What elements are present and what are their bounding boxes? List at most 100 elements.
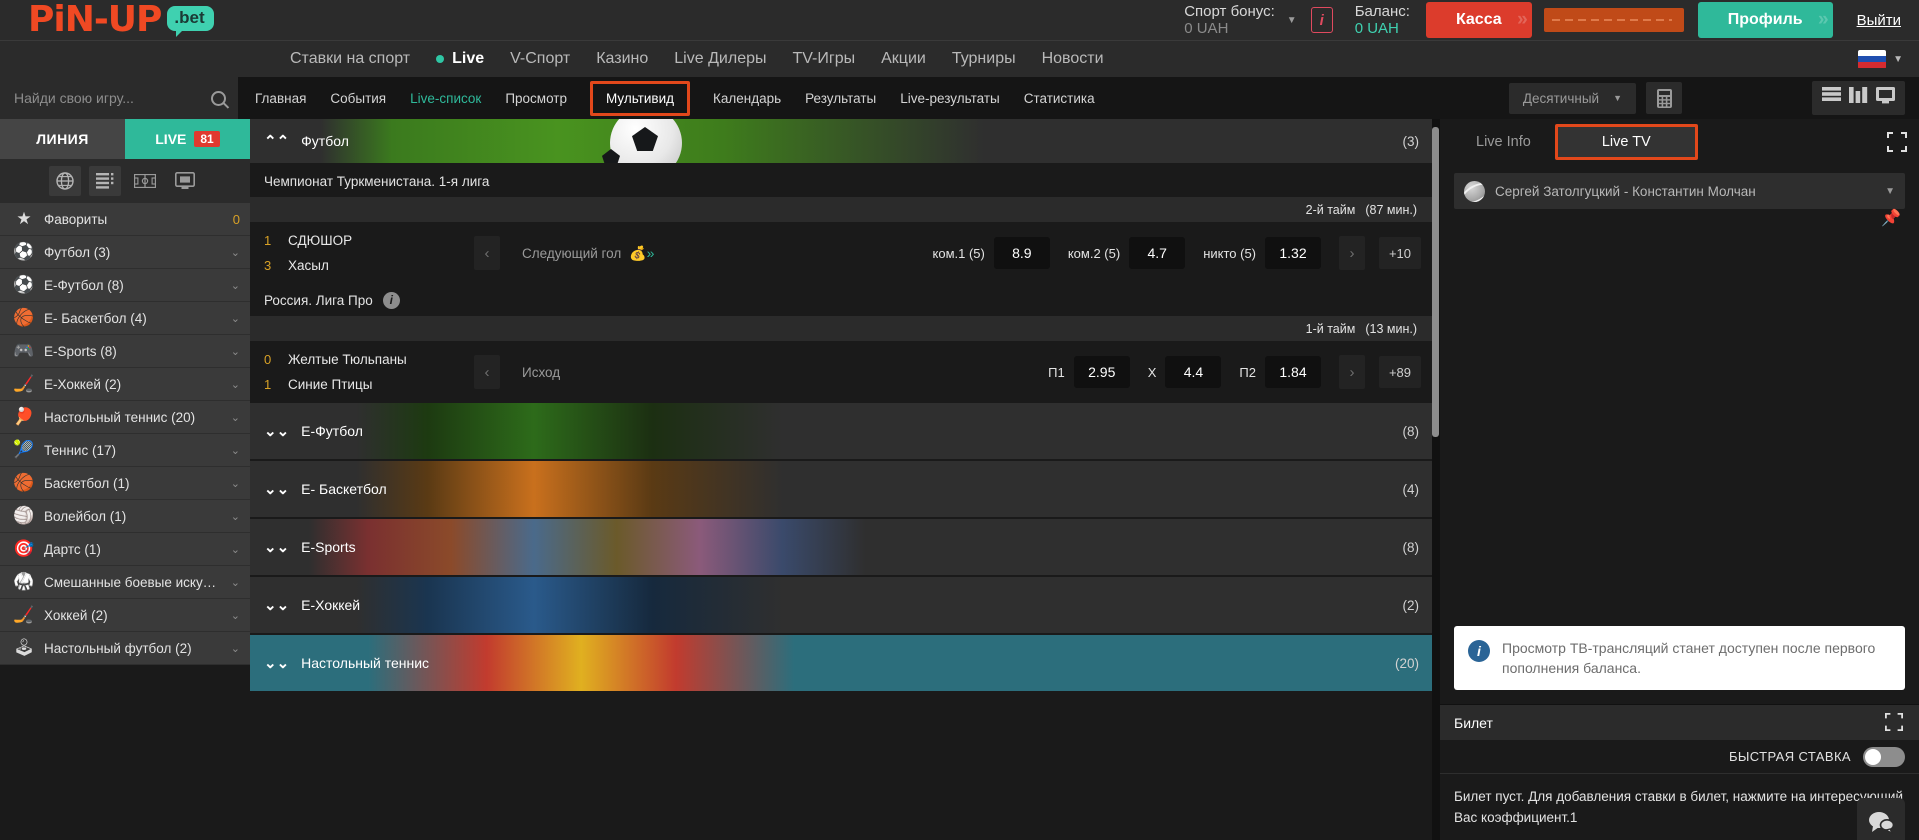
odd-group[interactable]: П1 2.95 [1048, 356, 1130, 388]
globe-icon[interactable] [49, 166, 81, 196]
tab-live-tv[interactable]: Live TV [1554, 124, 1698, 160]
sidebar-item-label: Настольный футбол (2) [44, 640, 192, 656]
nav-item-sports[interactable]: Ставки на спорт [290, 50, 410, 68]
nav-item-vsport[interactable]: V-Спорт [510, 50, 570, 68]
odd-value[interactable]: 4.4 [1165, 356, 1222, 388]
odd-value[interactable]: 4.7 [1129, 237, 1186, 269]
sidebar-item-volleyball[interactable]: 🏐 Волейбол (1) ⌄ [0, 500, 250, 533]
nav-item-news[interactable]: Новости [1042, 50, 1104, 68]
subnav-item-home[interactable]: Главная [252, 89, 309, 108]
sidebar-item-tennis[interactable]: 🎾 Теннис (17) ⌄ [0, 434, 250, 467]
subnav-item-events[interactable]: События [327, 89, 389, 108]
more-markets-button[interactable]: +89 [1379, 356, 1421, 388]
subnav-item-live-list[interactable]: Live-список [407, 89, 484, 108]
subnav-item-statistics[interactable]: Статистика [1021, 89, 1098, 108]
section-header-ebasketball[interactable]: ⌄⌄ Е- Баскетбол (4) [250, 461, 1433, 517]
sidebar-item-ehockey[interactable]: 🏒 Е-Хоккей (2) ⌄ [0, 368, 250, 401]
market-next-button[interactable]: › [1339, 355, 1365, 389]
nav-item-live[interactable]: Live [436, 50, 484, 68]
tab-live[interactable]: LIVE 81 [125, 119, 250, 159]
chat-icon[interactable] [1857, 798, 1905, 840]
info-icon[interactable]: i [1310, 7, 1333, 33]
sidebar-item-tabletennis[interactable]: 🏓 Настольный теннис (20) ⌄ [0, 401, 250, 434]
market-prev-button[interactable]: ‹ [474, 236, 500, 270]
sidebar-item-darts[interactable]: 🎯 Дартс (1) ⌄ [0, 533, 250, 566]
market-prev-button[interactable]: ‹ [474, 355, 500, 389]
calculator-icon[interactable] [1646, 82, 1682, 114]
section-header-tabletennis[interactable]: ⌄⌄ Настольный теннис (20) [250, 635, 1433, 691]
section-title: Е- Баскетбол [301, 481, 387, 497]
odd-value[interactable]: 2.95 [1073, 356, 1130, 388]
chevron-down-icon[interactable]: ▼ [1885, 186, 1895, 197]
section-header-esports[interactable]: ⌄⌄ E-Sports (8) [250, 519, 1433, 575]
odd-group[interactable]: П2 1.84 [1239, 356, 1321, 388]
period-label: 1-й тайм [1305, 321, 1356, 336]
odds-format-dropdown[interactable]: Десятичный ▼ [1508, 82, 1636, 114]
language-selector[interactable]: ▼ [1858, 49, 1903, 69]
chevron-down-icon: ⌄ [230, 642, 240, 655]
tab-line[interactable]: ЛИНИЯ [0, 119, 125, 159]
market-next-button[interactable]: › [1339, 236, 1365, 270]
nav-item-promos[interactable]: Акции [881, 50, 926, 68]
logout-link[interactable]: Выйти [1857, 12, 1901, 29]
fullscreen-icon[interactable] [1887, 132, 1907, 152]
nav-item-tv-games[interactable]: TV-Игры [792, 50, 855, 68]
odd-group[interactable]: никто (5) 1.32 [1203, 237, 1321, 269]
section-header-esoccer[interactable]: ⌄⌄ Е-Футбол (8) [250, 403, 1433, 459]
darts-icon: 🎯 [13, 539, 35, 558]
sidebar-item-ebasketball[interactable]: 🏀 Е- Баскетбол (4) ⌄ [0, 302, 250, 335]
site-logo[interactable]: PiN-UP .bet [0, 0, 214, 40]
subnav-item-view[interactable]: Просмотр [502, 89, 570, 108]
fast-bet-toggle[interactable] [1863, 746, 1905, 767]
nav-item-casino[interactable]: Казино [596, 50, 648, 68]
section-count: (4) [1402, 481, 1420, 497]
odd-value[interactable]: 1.32 [1265, 237, 1321, 269]
feed-scrollbar[interactable] [1432, 119, 1439, 840]
sidebar-item-football[interactable]: ⚽ Футбол (3) ⌄ [0, 236, 250, 269]
nav-item-tournaments[interactable]: Турниры [952, 50, 1016, 68]
chevron-down-icon[interactable]: ▼ [1287, 15, 1297, 26]
field-icon[interactable] [129, 166, 161, 196]
sidebar-item-favorites[interactable]: ★ Фавориты 0 [0, 203, 250, 236]
sidebar-item-mma[interactable]: 🥋 Смешанные боевые искус… ⌄ [0, 566, 250, 599]
subnav-item-calendar[interactable]: Календарь [710, 89, 784, 108]
sidebar-item-esports[interactable]: 🎮 E-Sports (8) ⌄ [0, 335, 250, 368]
profile-button[interactable]: Профиль » [1697, 2, 1833, 38]
info-icon[interactable]: i [382, 291, 400, 309]
odd-group[interactable]: X 4.4 [1148, 356, 1222, 388]
subnav-item-results[interactable]: Результаты [802, 89, 879, 108]
match-row[interactable]: 1 СДЮШОР 3 Хасыл ‹ Следующий гол 💰» ком.… [250, 222, 1433, 284]
sidebar-item-hockey[interactable]: 🏒 Хоккей (2) ⌄ [0, 599, 250, 632]
pin-icon[interactable]: 📌 [1881, 208, 1901, 228]
fullscreen-icon[interactable] [1885, 712, 1905, 733]
soccer-ball-decoration [610, 119, 682, 163]
feed-scrollbar-thumb[interactable] [1432, 127, 1439, 437]
subnav-item-multiview[interactable]: Мультивид [589, 80, 690, 116]
sidebar-item-tablefootball[interactable]: 🕹 Настольный футбол (2) ⌄ [0, 632, 250, 665]
search-icon[interactable] [211, 90, 226, 106]
live-tv-match-selector[interactable]: Сергей Затолгуцкий - Константин Молчан ▼ [1454, 173, 1905, 209]
search-input[interactable] [14, 90, 211, 106]
grid-view-icon[interactable] [1849, 87, 1868, 109]
odd-group[interactable]: ком.2 (5) 4.7 [1068, 237, 1186, 269]
odd-value[interactable]: 8.9 [993, 237, 1050, 269]
league-row[interactable]: Россия. Лига Про i [250, 284, 1433, 316]
odd-value[interactable]: 1.84 [1265, 356, 1321, 388]
nav-item-live-dealers[interactable]: Live Дилеры [674, 50, 766, 68]
league-row[interactable]: Чемпионат Туркменистана. 1-я лига [250, 165, 1433, 197]
odd-group[interactable]: ком.1 (5) 8.9 [933, 237, 1050, 269]
more-markets-button[interactable]: +10 [1379, 237, 1421, 269]
sidebar-item-esoccer[interactable]: ⚽ Е-Футбол (8) ⌄ [0, 269, 250, 302]
tab-live-info[interactable]: Live Info [1452, 124, 1555, 160]
monitor-icon[interactable] [169, 166, 201, 196]
section-header-ehockey[interactable]: ⌄⌄ Е-Хоккей (2) [250, 577, 1433, 633]
list-icon[interactable] [89, 166, 121, 196]
list-view-icon[interactable] [1822, 87, 1841, 109]
match-row[interactable]: 0 Желтые Тюльпаны 1 Синие Птицы ‹ Исход [250, 341, 1433, 403]
cashier-button[interactable]: Касса » [1425, 2, 1532, 38]
section-header-football[interactable]: ⌃⌃ Футбол (3) [250, 119, 1433, 163]
search-box[interactable] [0, 77, 238, 119]
screen-view-icon[interactable] [1876, 87, 1895, 109]
sidebar-item-basketball[interactable]: 🏀 Баскетбол (1) ⌄ [0, 467, 250, 500]
subnav-item-live-results[interactable]: Live-результаты [897, 89, 1002, 108]
